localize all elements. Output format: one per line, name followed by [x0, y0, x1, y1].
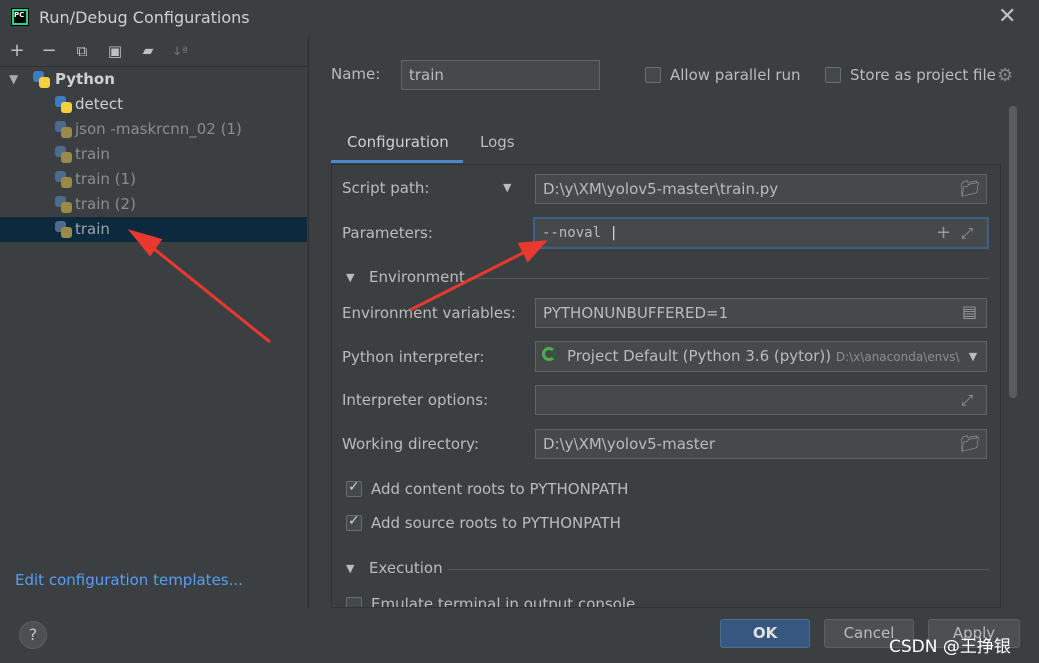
arrow-to-parameters	[409, 250, 526, 312]
arrow-head-icon	[517, 240, 548, 263]
annotation-arrows	[127, 229, 548, 344]
arrow-to-tree-item	[147, 242, 271, 344]
